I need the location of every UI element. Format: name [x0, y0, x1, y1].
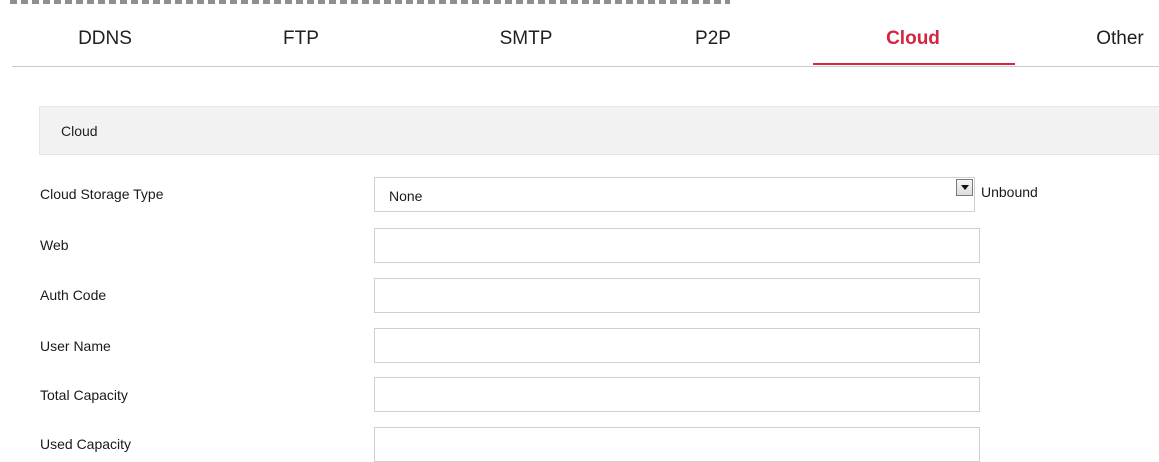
cloud-storage-type-select[interactable]: None — [374, 177, 975, 212]
user-name-label: User Name — [40, 338, 111, 354]
tab-cloud[interactable]: Cloud — [886, 28, 940, 50]
user-name-field[interactable] — [374, 328, 980, 363]
tab-ftp[interactable]: FTP — [283, 28, 319, 50]
web-field[interactable] — [374, 228, 980, 263]
section-header: Cloud — [39, 106, 1159, 155]
tab-smtp[interactable]: SMTP — [500, 28, 553, 50]
total-capacity-label: Total Capacity — [40, 387, 128, 403]
tab-other[interactable]: Other — [1096, 28, 1144, 50]
used-capacity-label: Used Capacity — [40, 436, 132, 452]
cloud-storage-type-label: Cloud Storage Type — [40, 186, 164, 202]
auth-code-field[interactable] — [374, 278, 980, 313]
web-label: Web — [40, 237, 69, 253]
bind-status-text: Unbound — [981, 184, 1038, 200]
auth-code-label: Auth Code — [40, 287, 107, 303]
section-title: Cloud — [61, 123, 98, 139]
total-capacity-field[interactable] — [374, 377, 980, 412]
tab-ddns[interactable]: DDNS — [78, 28, 132, 50]
chevron-down-icon[interactable] — [956, 179, 973, 196]
tab-p2p[interactable]: P2P — [695, 28, 731, 50]
tab-bar: DDNS FTP SMTP P2P Cloud Other — [12, 0, 1159, 67]
cloud-storage-type-value: None — [389, 188, 423, 204]
active-tab-indicator — [813, 63, 1015, 65]
used-capacity-field[interactable] — [374, 427, 980, 462]
